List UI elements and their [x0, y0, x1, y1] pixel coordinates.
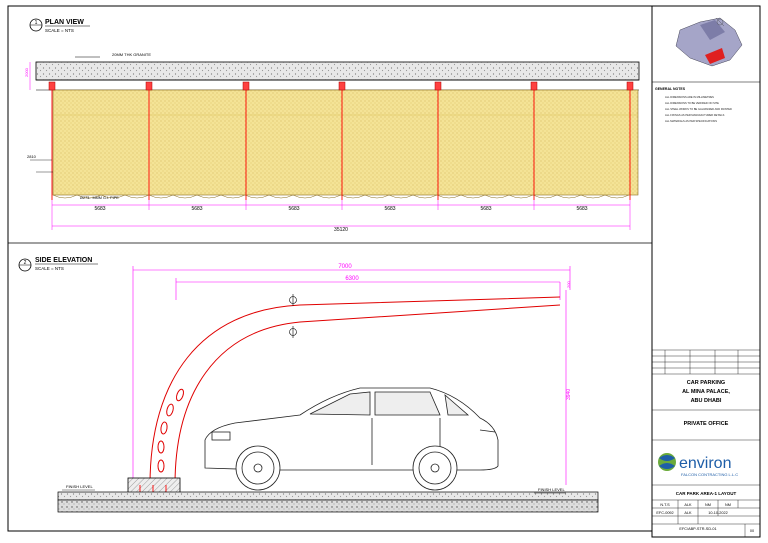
- job-no: EFC-0092: [656, 511, 673, 515]
- checked-by: NM: [705, 503, 711, 507]
- elevation-height-dim: 3940: [566, 389, 572, 400]
- plan-bay-dimensions: [51, 200, 631, 230]
- project-line-2: AL MINA PALACE,: [682, 389, 730, 395]
- side-elevation-scale: SCALE = NTS: [35, 266, 64, 271]
- side-elevation: 2 SIDE ELEVATION SCALE = NTS 7000 6300 3…: [18, 257, 599, 513]
- bay-dim: 5683: [191, 206, 202, 212]
- paving-slab: [57, 491, 599, 501]
- plan-side-dim: 2810: [27, 154, 37, 159]
- drawn-by: ALK: [684, 503, 692, 507]
- drawing-title: CAR PARK AREA-1 LAYOUT: [676, 491, 737, 496]
- company-logo-icon: [658, 453, 676, 471]
- drawn-by-2: ALK: [684, 511, 692, 515]
- bay-dim: 5683: [94, 206, 105, 212]
- plan-view: 1 PLAN VIEW SCALE = NTS 20MM THK GRANITE…: [24, 18, 640, 233]
- plan-total-dim: 35120: [334, 227, 348, 233]
- granite-note: 20MM THK GRANITE: [112, 52, 151, 57]
- side-elevation-number: 2: [24, 260, 27, 266]
- elevation-end-dim: 200: [566, 281, 571, 288]
- scale-value: N.T.S: [660, 503, 670, 507]
- approved-by: NM: [725, 503, 731, 507]
- project-line-1: CAR PARKING: [687, 380, 725, 386]
- drawing-sheet: 1 PLAN VIEW SCALE = NTS 20MM THK GRANITE…: [7, 5, 761, 538]
- project-line-3: ABU DHABI: [691, 398, 722, 404]
- general-note: ALL FIXINGS AS PER MANUFACTURER DETAILS: [665, 113, 725, 117]
- title-block: GENERAL NOTES ALL DIMENSIONS ARE IN MILL…: [651, 5, 761, 538]
- ground-layer: [57, 499, 599, 513]
- client-name: PRIVATE OFFICE: [684, 421, 729, 427]
- company-sub: FALCON CONTRACTING L.L.C: [681, 472, 738, 477]
- pipe-note: Ø273.. MMM G.I. PIPE: [80, 196, 119, 200]
- car-silhouette: [204, 387, 499, 491]
- finish-level-left: FINISH LEVEL: [66, 484, 93, 489]
- granite-strip: [35, 61, 640, 81]
- plan-view-title: PLAN VIEW: [45, 19, 84, 26]
- company-name: environ: [679, 455, 731, 472]
- general-note: ALL STEEL WORKS TO BE GALVANIZED AND PAI…: [665, 107, 732, 111]
- bay-dim: 5683: [480, 206, 491, 212]
- general-note: ALL DIMENSIONS TO BE VERIFIED ON SITE: [665, 101, 719, 105]
- side-elevation-title: SIDE ELEVATION: [35, 257, 92, 264]
- revision: 00: [750, 529, 754, 533]
- plan-view-scale: SCALE = NTS: [45, 28, 74, 33]
- section-markers: [289, 294, 297, 338]
- plan-top-dim: 2000: [24, 67, 29, 77]
- general-notes-heading: GENERAL NOTES: [655, 87, 686, 91]
- bay-dim: 5683: [384, 206, 395, 212]
- general-note: ALL MATERIALS AS PER SPECIFICATIONS: [665, 119, 717, 123]
- finish-level-right: FINISH LEVEL: [538, 487, 565, 492]
- elevation-canopy-dim: 6300: [345, 276, 359, 282]
- elevation-overall-dim: 7000: [338, 264, 352, 270]
- bay-dim: 5683: [288, 206, 299, 212]
- drawing-date: 10-10-2022: [708, 511, 727, 515]
- general-note: ALL DIMENSIONS ARE IN MILLIMETRES: [665, 95, 714, 99]
- canopy-fabric: [52, 89, 639, 196]
- bay-dim: 5683: [576, 206, 587, 212]
- plan-view-number: 1: [35, 20, 38, 26]
- drawing-number: EFC/ABP-STR-SD-01: [679, 527, 716, 531]
